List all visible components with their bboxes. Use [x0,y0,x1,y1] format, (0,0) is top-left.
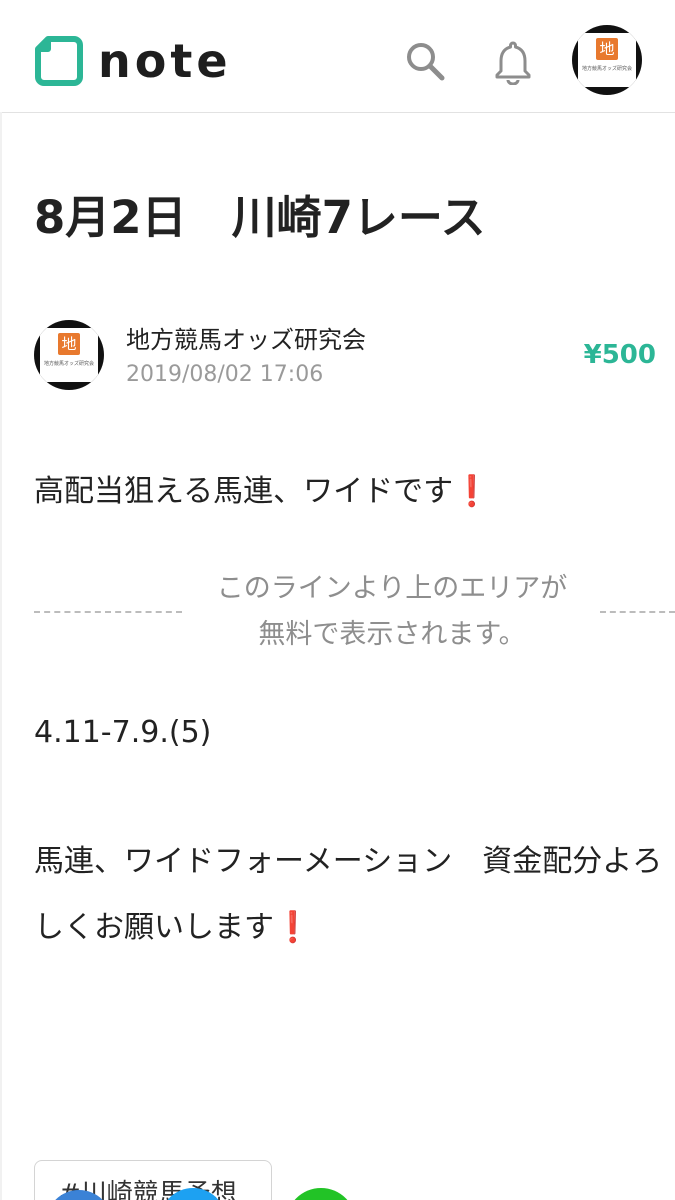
author-name[interactable]: 地方競馬オッズ研究会 [126,320,366,355]
intro-text: 高配当狙える馬連、ワイドです [34,474,454,509]
logo-text: note [98,34,232,88]
paid-paragraph-end: しくお願いします❗ [34,906,311,950]
author-row: 地 地方競馬オッズ研究会 地方競馬オッズ研究会 2019/08/02 17:06… [34,318,664,398]
dashed-line-right [600,611,675,613]
avatar-caption: 地方競馬オッズ研究会 [581,66,632,72]
avatar-mark: 地 [596,38,618,60]
avatar-image: 地 地方競馬オッズ研究会 [578,33,636,87]
article-title: 8月2日 川崎7レース [34,191,486,244]
price-label: ¥500 [583,340,656,370]
author-avatar-caption: 地方競馬オッズ研究会 [43,361,94,367]
post-date: 2019/08/02 17:06 [126,362,324,387]
paid-line-2: 馬連、ワイドフォーメーション 資金配分よろ [34,844,663,879]
exclamation-icon-2: ❗ [274,910,312,945]
free-area-note: このラインより上のエリアが 無料で表示されます。 [184,566,600,658]
line-share-icon[interactable] [286,1188,356,1200]
exclamation-icon: ❗ [453,474,491,509]
page: note 地 地方競馬オッズ研究会 8月2日 川崎7レース 地 地方競馬オッズ研… [0,0,675,1200]
search-button[interactable] [402,38,448,84]
paid-line-3: しくお願いします [34,910,274,945]
note-logo-icon [35,36,83,86]
user-avatar-button[interactable]: 地 地方競馬オッズ研究会 [572,25,642,95]
intro-paragraph: 高配当狙える馬連、ワイドです❗ [34,470,490,514]
page-edge [0,112,2,1200]
header-bar: note 地 地方競馬オッズ研究会 [0,0,675,113]
free-note-line-2: 無料で表示されます。 [258,619,526,650]
author-avatar-image: 地 地方競馬オッズ研究会 [40,328,98,382]
free-note-line-1: このラインより上のエリアが [216,573,568,604]
search-icon [407,43,445,81]
note-logo[interactable]: note [34,34,232,88]
free-area-divider: このラインより上のエリアが 無料で表示されます。 [34,566,675,662]
author-avatar[interactable]: 地 地方競馬オッズ研究会 [34,320,104,390]
paid-line-1: 4.11-7.9.(5) [34,715,212,750]
author-avatar-mark: 地 [58,333,80,355]
bell-icon [495,41,531,85]
dashed-line-left [34,611,182,613]
notification-button[interactable] [490,38,536,86]
